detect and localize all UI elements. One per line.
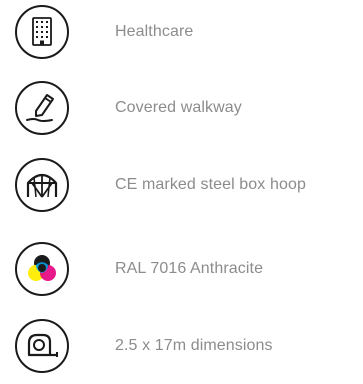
feature-covered-walkway: Covered walkway xyxy=(14,80,354,136)
hospital-building-icon xyxy=(14,4,70,60)
feature-label: 2.5 x 17m dimensions xyxy=(115,337,273,354)
tape-measure-icon xyxy=(14,318,70,374)
feature-list: Healthcare Covered walkway CE marked ste… xyxy=(0,0,363,384)
feature-color: RAL 7016 Anthracite xyxy=(14,241,354,297)
hoop-structure-icon xyxy=(14,157,70,213)
feature-label: CE marked steel box hoop xyxy=(115,176,306,193)
color-mix-icon xyxy=(14,241,70,297)
pen-icon xyxy=(14,80,70,136)
feature-label: Covered walkway xyxy=(115,99,242,116)
feature-label: Healthcare xyxy=(115,23,194,40)
feature-healthcare: Healthcare xyxy=(14,4,354,60)
feature-label: RAL 7016 Anthracite xyxy=(115,260,264,277)
feature-dimensions: 2.5 x 17m dimensions xyxy=(14,318,354,374)
feature-steel-box-hoop: CE marked steel box hoop xyxy=(14,157,354,213)
